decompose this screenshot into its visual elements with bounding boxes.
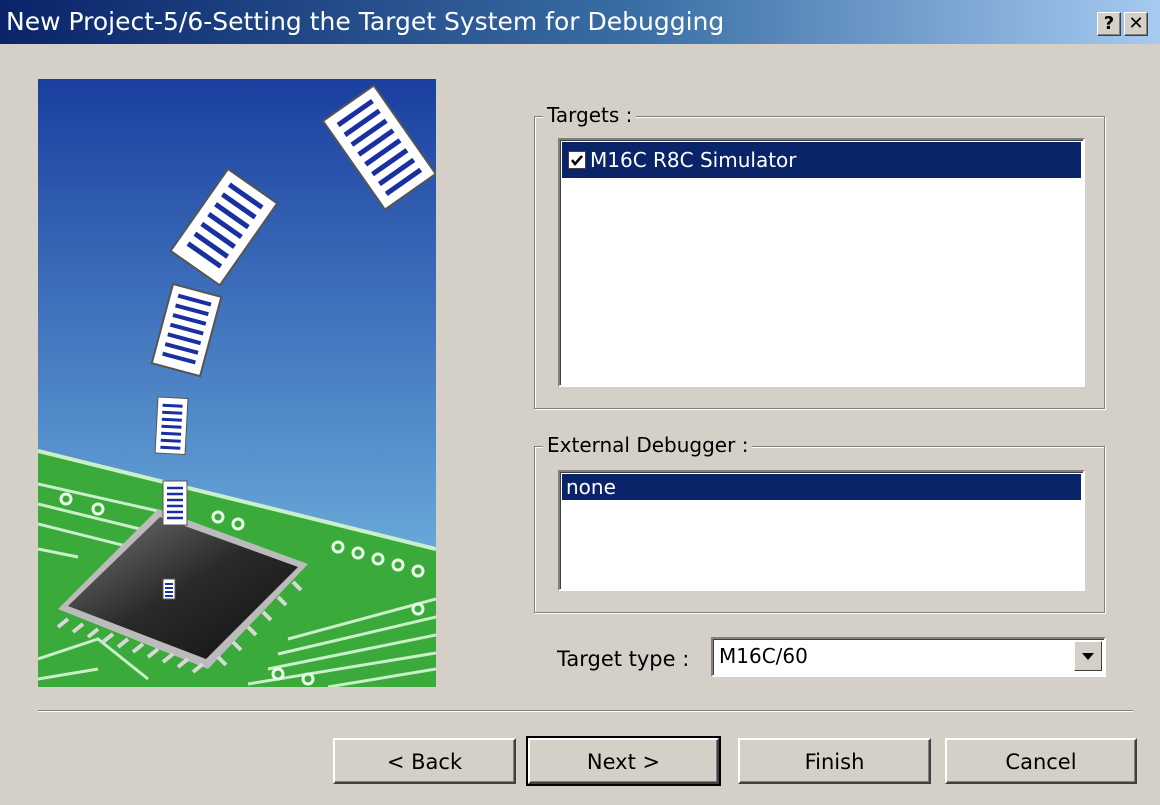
debugger-item-label: none <box>566 475 616 499</box>
targets-label: Targets : <box>543 103 637 127</box>
external-debugger-list[interactable]: none <box>558 470 1085 591</box>
target-type-value: M16C/60 <box>719 644 808 668</box>
window-title: New Project-5/6-Setting the Target Syste… <box>6 7 725 36</box>
help-button[interactable]: ? <box>1097 12 1121 36</box>
close-button[interactable]: ✕ <box>1124 12 1148 36</box>
chevron-down-icon <box>1082 653 1094 660</box>
finish-button[interactable]: Finish <box>738 738 931 784</box>
target-type-label: Target type : <box>557 647 690 671</box>
target-type-dropdown-button[interactable] <box>1074 641 1102 671</box>
target-item[interactable]: M16C R8C Simulator <box>562 142 1081 178</box>
wizard-illustration <box>38 79 436 687</box>
back-button[interactable]: < Back <box>333 738 516 784</box>
title-bar[interactable]: New Project-5/6-Setting the Target Syste… <box>0 0 1160 44</box>
new-project-dialog: New Project-5/6-Setting the Target Syste… <box>0 0 1160 805</box>
cancel-button[interactable]: Cancel <box>945 738 1137 784</box>
external-debugger-label: External Debugger : <box>543 433 753 457</box>
target-checkbox[interactable] <box>568 151 586 169</box>
target-item-label: M16C R8C Simulator <box>590 148 797 172</box>
next-button[interactable]: Next > <box>526 736 721 786</box>
targets-list[interactable]: M16C R8C Simulator <box>558 138 1085 387</box>
debugger-item[interactable]: none <box>562 474 1081 500</box>
separator <box>38 710 1133 712</box>
target-type-select[interactable]: M16C/60 <box>711 637 1106 677</box>
